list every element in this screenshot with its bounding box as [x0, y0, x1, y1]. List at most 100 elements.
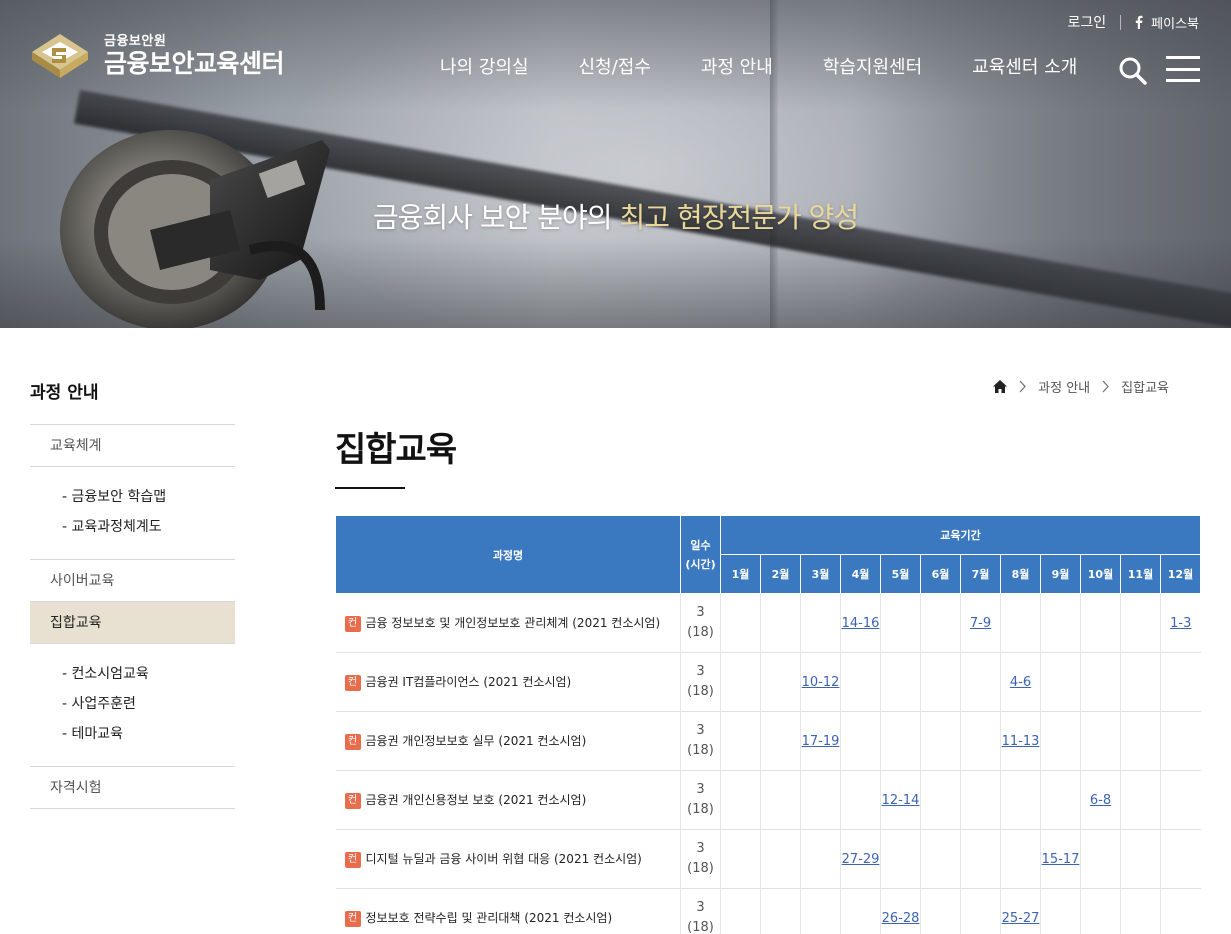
month-cell	[1080, 888, 1121, 934]
month-cell	[760, 829, 801, 889]
hamburger-menu-icon[interactable]	[1166, 56, 1200, 82]
consortium-badge: 컨	[344, 910, 361, 927]
breadcrumb: 과정 안내 집합교육	[993, 377, 1169, 396]
sidebar-subitem-learning-map[interactable]: - 금융보안 학습맵	[62, 482, 235, 512]
month-cell	[720, 829, 761, 889]
course-name[interactable]: 정보보호 전략수립 및 관리대책 (2021 컨소시엄)	[366, 911, 613, 925]
course-name-cell[interactable]: 컨 정보보호 전략수립 및 관리대책 (2021 컨소시엄)	[335, 888, 681, 934]
month-cell	[840, 652, 881, 712]
schedule-date-link[interactable]: 25-27	[1002, 911, 1040, 926]
schedule-date-link[interactable]: 12-14	[882, 793, 920, 808]
month-cell	[1159, 829, 1201, 889]
course-name[interactable]: 금융권 개인신용정보 보호 (2021 컨소시엄)	[366, 793, 587, 807]
chevron-right-icon	[1019, 380, 1027, 393]
course-name-cell[interactable]: 컨 디지털 뉴딜과 금융 사이버 위협 대응 (2021 컨소시엄)	[335, 829, 681, 889]
nav-about[interactable]: 교육센터 소개	[972, 57, 1077, 79]
home-icon[interactable]	[993, 380, 1008, 393]
sidebar-submenu-education-system: - 금융보안 학습맵 - 교육과정체계도	[30, 467, 235, 560]
course-days-cell: 3 (18)	[680, 652, 721, 712]
search-icon[interactable]	[1118, 56, 1148, 86]
table-row: 컨 정보보호 전략수립 및 관리대책 (2021 컨소시엄) 3 (18) 26-28 2…	[335, 888, 1201, 934]
breadcrumb-current: 집합교육	[1121, 381, 1169, 396]
month-cell: 11-13	[1000, 711, 1041, 771]
month-cell	[880, 593, 921, 653]
month-cell	[840, 888, 881, 934]
month-cell	[1159, 770, 1201, 830]
course-days: 3	[696, 782, 705, 797]
schedule-date-link[interactable]: 14-16	[842, 616, 880, 631]
table-row: 컨 디지털 뉴딜과 금융 사이버 위협 대응 (2021 컨소시엄) 3 (18) 27…	[335, 829, 1201, 889]
schedule-date-link[interactable]: 1-3	[1170, 616, 1191, 631]
hero-slogan: 금융회사 보안 분야의 최고 현장전문가 양성	[0, 196, 1231, 236]
month-cell	[1080, 711, 1121, 771]
month-cell	[1080, 593, 1121, 653]
sidebar-subitem-curriculum-chart[interactable]: - 교육과정체계도	[62, 512, 235, 542]
site-title: 금융보안교육센터	[104, 48, 285, 78]
schedule-date-link[interactable]: 11-13	[1002, 734, 1040, 749]
header-course-name: 과정명	[335, 515, 681, 594]
consortium-badge: 컨	[344, 851, 361, 868]
chevron-right-icon	[1102, 380, 1110, 393]
month-cell	[920, 652, 961, 712]
site-logo[interactable]: 금융보안원 금융보안교육센터	[30, 30, 285, 82]
course-name-cell[interactable]: 컨 금융권 IT컴플라이언스 (2021 컨소시엄)	[335, 652, 681, 712]
schedule-date-link[interactable]: 15-17	[1042, 852, 1080, 867]
sidebar-subitem-employer-training[interactable]: - 사업주훈련	[62, 689, 235, 719]
schedule-date-link[interactable]: 6-8	[1090, 793, 1111, 808]
month-cell	[1159, 652, 1201, 712]
month-cell	[800, 770, 841, 830]
schedule-date-link[interactable]: 4-6	[1010, 675, 1031, 690]
sidebar-subitem-theme-education[interactable]: - 테마교육	[62, 719, 235, 749]
nav-my-classroom[interactable]: 나의 강의실	[440, 57, 529, 79]
course-schedule-table: 과정명 일수 (시간) 교육기간 1월 2월 3월 4월 5월 6월 7월 8월 9월 10월 11…	[335, 515, 1202, 934]
nav-course-guide[interactable]: 과정 안내	[701, 57, 773, 79]
month-cell	[960, 711, 1001, 771]
course-name[interactable]: 디지털 뉴딜과 금융 사이버 위협 대응 (2021 컨소시엄)	[366, 852, 642, 866]
sidebar-item-group-education[interactable]: 집합교육	[30, 602, 235, 644]
month-cell	[720, 652, 761, 712]
month-cell	[800, 829, 841, 889]
course-name-cell[interactable]: 컨 금융권 개인정보보호 실무 (2021 컨소시엄)	[335, 711, 681, 771]
month-cell: 26-28	[880, 888, 921, 934]
sidebar-item-cyber-education[interactable]: 사이버교육	[30, 560, 235, 602]
schedule-date-link[interactable]: 10-12	[802, 675, 840, 690]
month-cell	[760, 888, 801, 934]
month-cell: 27-29	[840, 829, 881, 889]
header-month: 11월	[1120, 554, 1161, 594]
month-cell	[1000, 593, 1041, 653]
month-cell	[720, 770, 761, 830]
nav-apply[interactable]: 신청/접수	[579, 57, 651, 79]
schedule-date-link[interactable]: 7-9	[970, 616, 991, 631]
month-cell	[1159, 711, 1201, 771]
consortium-badge: 컨	[344, 792, 361, 809]
month-cell: 25-27	[1000, 888, 1041, 934]
course-name-cell[interactable]: 컨 금융 정보보호 및 개인정보보호 관리체계 (2021 컨소시엄)	[335, 593, 681, 653]
sidebar-submenu-group-education: - 컨소시엄교육 - 사업주훈련 - 테마교육	[30, 644, 235, 767]
course-days-cell: 3 (18)	[680, 711, 721, 771]
breadcrumb-course-guide[interactable]: 과정 안내	[1038, 377, 1090, 396]
course-name-cell[interactable]: 컨 금융권 개인신용정보 보호 (2021 컨소시엄)	[335, 770, 681, 830]
slogan-prefix: 금융회사 보안 분야의	[372, 201, 620, 234]
month-cell: 7-9	[960, 593, 1001, 653]
header-month: 4월	[840, 554, 881, 594]
month-cell	[1040, 770, 1081, 830]
schedule-date-link[interactable]: 17-19	[802, 734, 840, 749]
header-month: 6월	[920, 554, 961, 594]
slogan-highlight: 최고 현장전문가 양성	[619, 201, 859, 234]
table-row: 컨 금융권 IT컴플라이언스 (2021 컨소시엄) 3 (18) 10-12 4-6	[335, 652, 1201, 712]
course-name[interactable]: 금융 정보보호 및 개인정보보호 관리체계 (2021 컨소시엄)	[366, 616, 661, 630]
schedule-date-link[interactable]: 27-29	[842, 852, 880, 867]
sidebar-subitem-consortium[interactable]: - 컨소시엄교육	[62, 659, 235, 689]
course-name[interactable]: 금융권 IT컴플라이언스 (2021 컨소시엄)	[366, 675, 572, 689]
header-period: 교육기간	[719, 515, 1202, 555]
login-link[interactable]: 로그인	[1068, 12, 1107, 32]
month-cell	[1040, 711, 1081, 771]
month-cell: 14-16	[840, 593, 881, 653]
schedule-date-link[interactable]: 26-28	[882, 911, 920, 926]
facebook-link[interactable]: 페이스북	[1135, 13, 1199, 32]
nav-learning-support[interactable]: 학습지원센터	[823, 57, 922, 79]
logo-mark-icon	[32, 34, 88, 78]
course-name[interactable]: 금융권 개인정보보호 실무 (2021 컨소시엄)	[366, 734, 587, 748]
sidebar-item-certification[interactable]: 자격시험	[30, 767, 235, 809]
sidebar-item-education-system[interactable]: 교육체계	[30, 425, 235, 467]
